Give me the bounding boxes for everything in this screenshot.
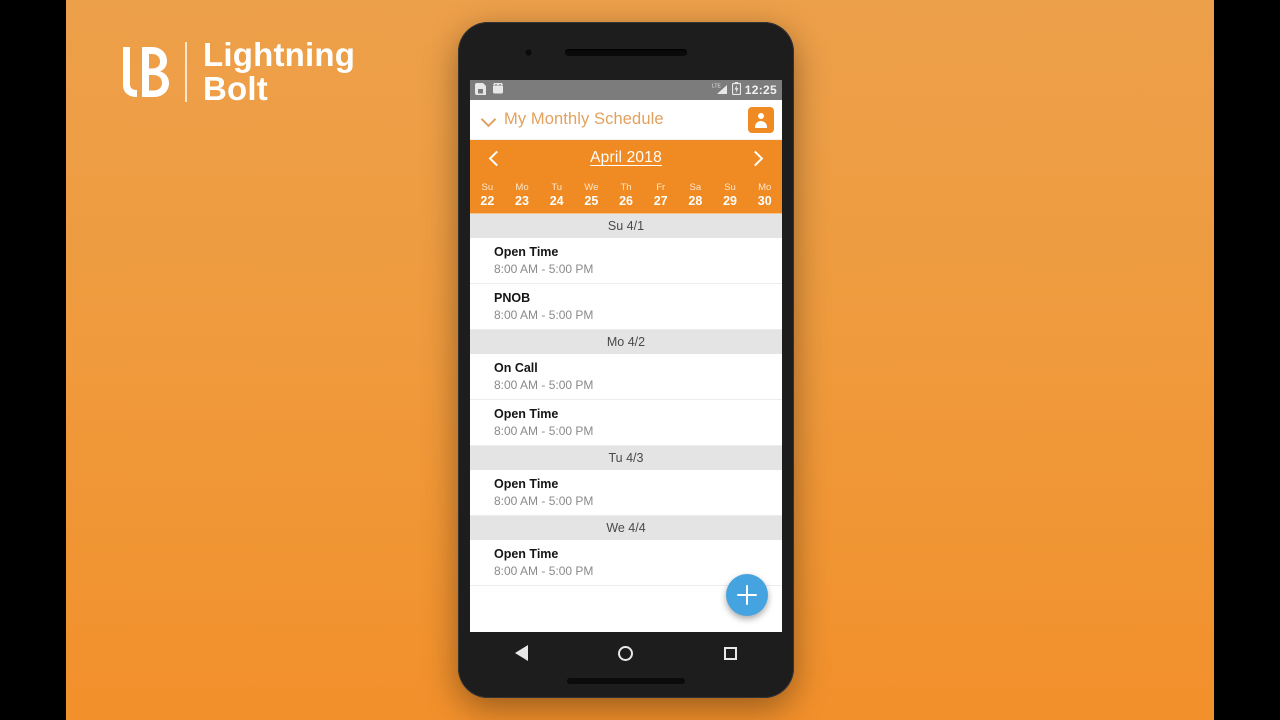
earpiece-speaker <box>565 49 687 56</box>
day-strip-cell[interactable]: Mo 23 <box>505 176 540 213</box>
day-number-label: 28 <box>688 193 703 208</box>
event-time: 8:00 AM - 5:00 PM <box>494 494 594 508</box>
home-circle-icon[interactable] <box>618 645 634 661</box>
day-number-label: 29 <box>723 193 737 208</box>
event-time: 8:00 AM - 5:00 PM <box>494 378 594 392</box>
back-triangle-icon[interactable] <box>515 645 529 661</box>
svg-text:LTE: LTE <box>712 84 721 90</box>
status-bar: LTE 12:25 <box>470 80 782 100</box>
android-nav-bar <box>470 632 782 674</box>
day-of-week-label: Th <box>620 181 632 193</box>
schedule-event-row[interactable]: Open Time 8:00 AM - 5:00 PM <box>470 400 782 446</box>
day-number-label: 27 <box>653 193 668 208</box>
day-number-label: 26 <box>619 193 633 208</box>
day-group-header: Tu 4/3 <box>470 446 782 470</box>
event-title: Open Time <box>494 547 559 561</box>
day-strip-cell[interactable]: Sa 28 <box>678 176 713 213</box>
screen-stage: Lightning Bolt LTE 12:25 My Monthly Sche… <box>0 0 1280 720</box>
day-of-week-label: Su <box>481 181 494 193</box>
schedule-event-row[interactable]: Open Time 8:00 AM - 5:00 PM <box>470 470 782 516</box>
plus-icon <box>737 585 757 605</box>
month-label[interactable]: April 2018 <box>590 149 662 167</box>
event-time: 8:00 AM - 5:00 PM <box>494 262 594 276</box>
event-title: Open Time <box>494 477 559 491</box>
letterbox-left <box>0 0 66 720</box>
brand-name: Lightning Bolt <box>203 38 355 105</box>
schedule-list[interactable]: Su 4/1 Open Time 8:00 AM - 5:00 PM PNOB 8:00… <box>470 214 782 586</box>
day-of-week-label: Tu <box>551 181 563 193</box>
day-number-label: 23 <box>515 193 529 208</box>
logo-divider <box>185 41 187 102</box>
event-time: 8:00 AM - 5:00 PM <box>494 424 594 438</box>
front-camera-icon <box>524 48 533 57</box>
day-strip-cell[interactable]: Tu 24 <box>539 176 574 213</box>
event-time: 8:00 AM - 5:00 PM <box>494 564 594 578</box>
day-strip: Su 22 Mo 23 Tu 24 We 25 Th 26 Fr 27 Sa 28 Su 29 Mo 30 <box>470 176 782 214</box>
day-of-week-label: Su <box>724 181 736 193</box>
schedule-event-row[interactable]: Open Time 8:00 AM - 5:00 PM <box>470 238 782 284</box>
day-strip-cell[interactable]: Su 22 <box>470 176 505 213</box>
phone-top-bezel <box>458 22 794 80</box>
day-of-week-label: Mo <box>515 181 529 193</box>
add-button[interactable] <box>726 574 768 616</box>
day-number-label: 25 <box>584 193 599 208</box>
phone-screen: LTE 12:25 My Monthly Schedule April 2018… <box>470 80 782 632</box>
day-of-week-label: We <box>584 181 599 193</box>
android-robot-icon <box>492 80 504 97</box>
status-bar-clock: 12:25 <box>744 83 777 97</box>
month-navigation-bar: April 2018 <box>470 140 782 176</box>
day-strip-cell[interactable]: Th 26 <box>609 176 644 213</box>
person-icon <box>754 112 769 128</box>
schedule-event-row[interactable]: PNOB 8:00 AM - 5:00 PM <box>470 284 782 330</box>
chevron-left-icon[interactable] <box>486 149 504 167</box>
phone-mockup: LTE 12:25 My Monthly Schedule April 2018… <box>458 22 794 698</box>
day-of-week-label: Mo <box>758 181 772 193</box>
day-number-label: 24 <box>549 193 564 208</box>
recents-square-icon[interactable] <box>723 646 737 660</box>
event-title: PNOB <box>494 291 531 305</box>
brand-logo: Lightning Bolt <box>113 38 355 105</box>
app-bar: My Monthly Schedule <box>470 100 782 140</box>
sd-card-icon <box>475 82 486 98</box>
chevron-right-icon[interactable] <box>748 149 766 167</box>
day-strip-cell[interactable]: Mo 30 <box>747 176 782 213</box>
bottom-speaker-grille <box>567 678 685 684</box>
event-title: Open Time <box>494 245 559 259</box>
signal-bars-icon: LTE <box>712 82 728 98</box>
day-number-label: 22 <box>480 193 495 208</box>
day-group-header: We 4/4 <box>470 516 782 540</box>
status-bar-notifications <box>475 80 504 98</box>
day-strip-cell[interactable]: Su 29 <box>713 176 748 213</box>
day-of-week-label: Sa <box>689 181 702 193</box>
schedule-event-row[interactable]: On Call 8:00 AM - 5:00 PM <box>470 354 782 400</box>
brand-name-line2: Bolt <box>203 69 268 107</box>
day-strip-cell[interactable]: We 25 <box>574 176 609 213</box>
status-bar-system-icons: LTE 12:25 <box>712 82 777 98</box>
day-of-week-label: Fr <box>656 181 666 193</box>
event-title: On Call <box>494 361 538 375</box>
day-group-header: Mo 4/2 <box>470 330 782 354</box>
page-title: My Monthly Schedule <box>504 110 664 128</box>
event-time: 8:00 AM - 5:00 PM <box>494 308 594 322</box>
letterbox-right <box>1214 0 1280 720</box>
battery-icon <box>731 82 741 98</box>
lightning-bolt-logo-icon <box>113 41 175 103</box>
event-title: Open Time <box>494 407 559 421</box>
day-strip-cell[interactable]: Fr 27 <box>643 176 678 213</box>
chevron-down-icon[interactable] <box>482 113 496 127</box>
brand-name-line1: Lightning <box>203 36 356 73</box>
avatar[interactable] <box>748 106 774 133</box>
day-group-header: Su 4/1 <box>470 214 782 238</box>
day-number-label: 30 <box>757 193 772 208</box>
